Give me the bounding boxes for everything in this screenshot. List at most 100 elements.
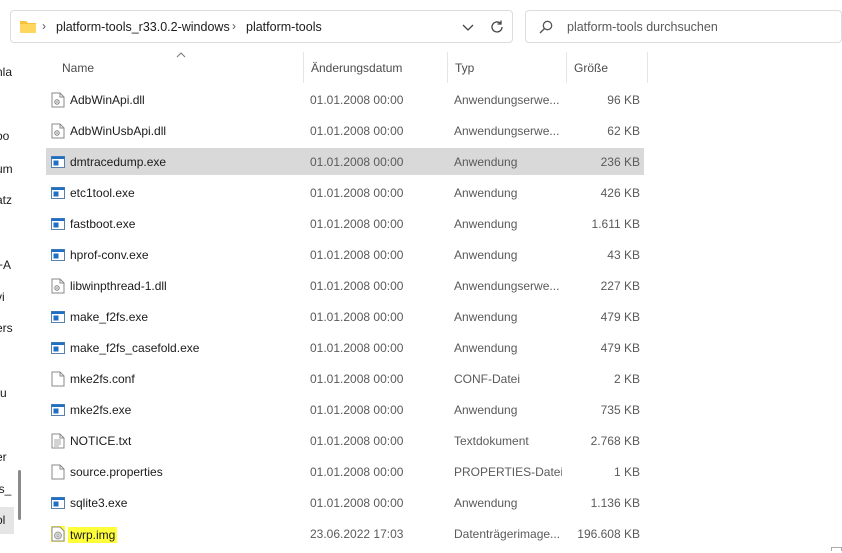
breadcrumb-separator: › — [232, 19, 236, 33]
nav-item[interactable]: +A — [0, 258, 14, 272]
refresh-icon[interactable] — [488, 18, 506, 36]
disc-image-file-icon — [51, 526, 65, 542]
file-name[interactable]: sqlite3.exe — [70, 496, 127, 510]
file-row[interactable]: fastboot.exe 01.01.2008 00:00 Anwendung 1.6… — [46, 210, 644, 237]
resize-grip — [831, 547, 842, 551]
file-date: 01.01.2008 00:00 — [310, 186, 404, 200]
exe-file-icon — [51, 309, 65, 325]
dll-file-icon — [51, 123, 65, 139]
file-date: 23.06.2022 17:03 — [310, 527, 404, 541]
file-row[interactable]: source.properties 01.01.2008 00:00 PROPERT… — [46, 458, 644, 485]
file-type: PROPERTIES-Datei — [454, 465, 562, 479]
file-row[interactable]: AdbWinApi.dll 01.01.2008 00:00 Anwendungse… — [46, 86, 644, 113]
file-row[interactable]: etc1tool.exe 01.01.2008 00:00 Anwendung 426… — [46, 179, 644, 206]
nav-item[interactable]: atz — [0, 193, 14, 207]
file-size: 2 KB — [613, 372, 640, 386]
nav-item[interactable]: vi — [0, 290, 14, 304]
file-name[interactable]: libwinpthread-1.dll — [70, 279, 167, 293]
file-size: 1 KB — [613, 465, 640, 479]
file-row[interactable]: libwinpthread-1.dll 01.01.2008 00:00 Anwen… — [46, 272, 644, 299]
nav-item[interactable]: um — [0, 162, 14, 176]
nav-item[interactable]: ers — [0, 321, 14, 335]
file-type: Datenträgerimage... — [454, 527, 561, 541]
nav-item[interactable]: nla — [0, 65, 14, 79]
file-date: 01.01.2008 00:00 — [310, 434, 404, 448]
column-header-name[interactable]: Name — [28, 52, 303, 83]
nav-scrollbar[interactable] — [18, 470, 21, 520]
file-row[interactable]: AdbWinUsbApi.dll 01.01.2008 00:00 Anwendun… — [46, 117, 644, 144]
file-row[interactable]: mke2fs.exe 01.01.2008 00:00 Anwendung 735 K… — [46, 396, 644, 423]
file-date: 01.01.2008 00:00 — [310, 496, 404, 510]
file-date: 01.01.2008 00:00 — [310, 248, 404, 262]
file-size: 43 KB — [607, 248, 640, 262]
column-header-type[interactable]: Typ — [447, 52, 566, 83]
file-row[interactable]: NOTICE.txt 01.01.2008 00:00 Textdokument 2.… — [46, 427, 644, 454]
file-name[interactable]: mke2fs.exe — [70, 403, 131, 417]
exe-file-icon — [51, 154, 65, 170]
nav-item[interactable]: ru — [0, 386, 14, 400]
file-date: 01.01.2008 00:00 — [310, 465, 404, 479]
address-bar[interactable]: › platform-tools_r33.0.2-windows › platf… — [10, 10, 513, 43]
column-header-row: Name Änderungsdatum Typ Größe — [28, 52, 648, 83]
exe-file-icon — [51, 216, 65, 232]
exe-file-icon — [51, 185, 65, 201]
file-type: Anwendungserwe... — [454, 279, 560, 293]
file-name[interactable]: etc1tool.exe — [70, 186, 135, 200]
file-name[interactable]: make_f2fs.exe — [70, 310, 148, 324]
file-row[interactable]: mke2fs.conf 01.01.2008 00:00 CONF-Datei 2 K… — [46, 365, 644, 392]
file-size: 236 KB — [600, 155, 640, 169]
dll-file-icon — [51, 278, 65, 294]
exe-file-icon — [51, 340, 65, 356]
file-name[interactable]: AdbWinApi.dll — [70, 93, 145, 107]
search-input[interactable]: platform-tools durchsuchen — [567, 20, 718, 34]
file-date: 01.01.2008 00:00 — [310, 279, 404, 293]
folder-icon — [20, 21, 36, 33]
file-name[interactable]: source.properties — [70, 465, 163, 479]
navigation-pane: nla oo um atz +A vi ers ru er ls_ ol — [0, 52, 14, 553]
file-type: Anwendung — [454, 186, 518, 200]
toolbar: › platform-tools_r33.0.2-windows › platf… — [0, 0, 842, 52]
breadcrumb-separator: › — [42, 19, 46, 33]
file-name[interactable]: dmtracedump.exe — [70, 155, 166, 169]
file-date: 01.01.2008 00:00 — [310, 155, 404, 169]
search-box[interactable]: platform-tools durchsuchen — [525, 10, 842, 43]
exe-file-icon — [51, 247, 65, 263]
file-date: 01.01.2008 00:00 — [310, 310, 404, 324]
file-name[interactable]: AdbWinUsbApi.dll — [70, 124, 166, 138]
file-row[interactable]: hprof-conv.exe 01.01.2008 00:00 Anwendung 4… — [46, 241, 644, 268]
column-header-size[interactable]: Größe — [566, 52, 648, 83]
file-name[interactable]: make_f2fs_casefold.exe — [70, 341, 199, 355]
file-type: Anwendungserwe... — [454, 93, 560, 107]
file-size: 96 KB — [607, 93, 640, 107]
file-date: 01.01.2008 00:00 — [310, 124, 404, 138]
file-size: 2.768 KB — [590, 434, 640, 448]
file-date: 01.01.2008 00:00 — [310, 403, 404, 417]
nav-item[interactable]: er — [0, 450, 14, 464]
file-row[interactable]: sqlite3.exe 01.01.2008 00:00 Anwendung 1.13… — [46, 489, 644, 516]
exe-file-icon — [51, 402, 65, 418]
breadcrumb-item[interactable]: platform-tools — [246, 20, 322, 34]
nav-item[interactable]: oo — [0, 129, 14, 143]
file-name[interactable]: hprof-conv.exe — [70, 248, 149, 262]
file-name[interactable]: twrp.img — [68, 527, 118, 543]
file-row[interactable]: make_f2fs_casefold.exe 01.01.2008 00:00 An… — [46, 334, 644, 361]
chevron-down-icon[interactable] — [460, 19, 476, 35]
document-file-icon — [51, 371, 65, 387]
file-row[interactable]: make_f2fs.exe 01.01.2008 00:00 Anwendung 47… — [46, 303, 644, 330]
file-name[interactable]: mke2fs.conf — [70, 372, 135, 386]
column-header-date[interactable]: Änderungsdatum — [303, 52, 447, 83]
search-icon — [539, 20, 553, 34]
file-row[interactable]: twrp.img 23.06.2022 17:03 Datenträgerimage… — [46, 520, 644, 547]
file-type: Anwendung — [454, 403, 518, 417]
file-row[interactable]: dmtracedump.exe 01.01.2008 00:00 Anwendung… — [46, 148, 644, 175]
file-size: 479 KB — [600, 310, 640, 324]
file-size: 196.608 KB — [577, 527, 640, 541]
file-name[interactable]: NOTICE.txt — [70, 434, 131, 448]
file-size: 735 KB — [600, 403, 640, 417]
file-size: 227 KB — [600, 279, 640, 293]
nav-item[interactable]: ls_ — [0, 482, 14, 496]
file-name[interactable]: fastboot.exe — [70, 217, 135, 231]
nav-item-selected[interactable]: ol — [0, 507, 14, 534]
file-date: 01.01.2008 00:00 — [310, 93, 404, 107]
breadcrumb-item[interactable]: platform-tools_r33.0.2-windows — [56, 20, 230, 34]
